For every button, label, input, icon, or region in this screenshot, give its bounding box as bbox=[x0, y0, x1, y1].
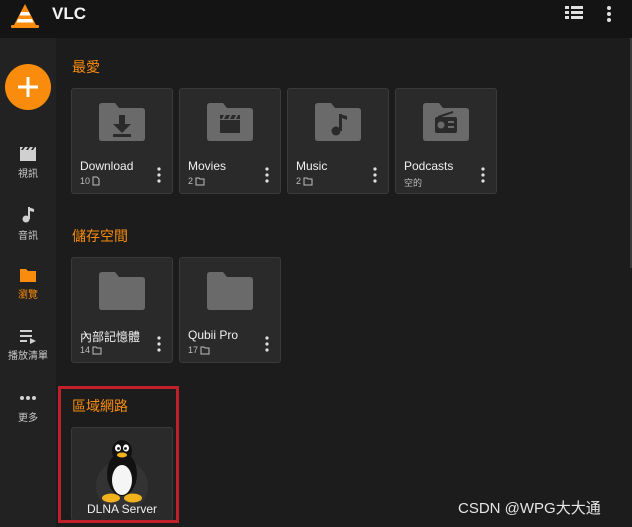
item-count: 14 bbox=[80, 345, 91, 355]
nav-label-audio: 音訊 bbox=[18, 231, 38, 242]
app-title: VLC bbox=[52, 4, 86, 23]
folder-icon bbox=[195, 177, 205, 185]
folder-card-movies[interactable]: Movies 2 bbox=[179, 88, 281, 194]
nav-item-more[interactable]: 更多 bbox=[0, 390, 56, 424]
radio-folder-icon bbox=[423, 103, 469, 141]
card-count: 2 bbox=[188, 176, 205, 186]
folder-icon bbox=[303, 177, 313, 185]
navigation-rail: 視訊 音訊 瀏覽 播放清單 更多 bbox=[0, 38, 56, 527]
card-name: Podcasts bbox=[404, 159, 454, 173]
folder-card-download[interactable]: Download 10 bbox=[71, 88, 173, 194]
more-vert-icon[interactable] bbox=[157, 167, 161, 183]
movie-folder-icon bbox=[207, 103, 253, 141]
music-folder-icon bbox=[315, 103, 361, 141]
top-app-bar: VLC bbox=[0, 0, 632, 38]
music-note-icon bbox=[22, 207, 34, 223]
folder-card-podcasts[interactable]: Podcasts 空的 bbox=[395, 88, 497, 194]
folder-icon bbox=[92, 346, 102, 354]
more-vert-icon[interactable] bbox=[481, 167, 485, 183]
file-icon bbox=[92, 176, 100, 186]
more-vert-icon[interactable] bbox=[157, 336, 161, 352]
nav-label-browse: 瀏覽 bbox=[18, 290, 38, 301]
nav-label-playlists: 播放清單 bbox=[8, 351, 48, 362]
section-title-favorites: 最愛 bbox=[72, 59, 100, 75]
card-name: Movies bbox=[188, 159, 227, 173]
nav-item-video[interactable]: 視訊 bbox=[0, 146, 56, 180]
download-folder-icon bbox=[99, 103, 145, 141]
add-fab-button[interactable] bbox=[5, 64, 51, 110]
watermark-text: CSDN @WPG大大通 bbox=[458, 500, 601, 517]
card-count: 空的 bbox=[404, 176, 422, 189]
folder-icon bbox=[207, 272, 253, 310]
folder-card-qubii-pro[interactable]: Qubii Pro 17 bbox=[179, 257, 281, 363]
folder-icon bbox=[200, 346, 210, 354]
list-view-icon[interactable] bbox=[565, 5, 583, 21]
item-count: 2 bbox=[188, 176, 194, 186]
highlight-box bbox=[58, 386, 179, 523]
vlc-cone-icon bbox=[11, 4, 39, 28]
movie-icon bbox=[20, 147, 36, 161]
folder-card-internal-storage[interactable]: 內部記憶體 14 bbox=[71, 257, 173, 363]
folder-icon bbox=[20, 269, 36, 282]
nav-item-browse[interactable]: 瀏覽 bbox=[0, 267, 56, 301]
nav-item-audio[interactable]: 音訊 bbox=[0, 206, 56, 242]
item-count: 空的 bbox=[404, 178, 423, 188]
folder-card-music[interactable]: Music 2 bbox=[287, 88, 389, 194]
more-vert-icon[interactable] bbox=[265, 336, 269, 352]
nav-item-playlists[interactable]: 播放清單 bbox=[0, 328, 56, 362]
card-count: 10 bbox=[80, 176, 100, 186]
more-vert-icon[interactable] bbox=[606, 5, 612, 23]
playlist-icon bbox=[20, 330, 36, 344]
plus-icon bbox=[18, 77, 38, 97]
more-vert-icon[interactable] bbox=[373, 167, 377, 183]
card-count: 2 bbox=[296, 176, 313, 186]
card-name: Download bbox=[80, 159, 134, 173]
nav-label-video: 視訊 bbox=[18, 169, 38, 180]
card-name: Music bbox=[296, 159, 328, 173]
item-count: 10 bbox=[80, 176, 91, 186]
card-count: 14 bbox=[80, 345, 102, 355]
folder-icon bbox=[99, 272, 145, 310]
card-count: 17 bbox=[188, 345, 210, 355]
card-name: 內部記憶體 bbox=[80, 330, 141, 344]
item-count: 2 bbox=[296, 176, 302, 186]
more-horiz-icon bbox=[20, 396, 36, 400]
nav-label-more: 更多 bbox=[18, 413, 38, 424]
section-title-storage: 儲存空間 bbox=[72, 228, 128, 244]
more-vert-icon[interactable] bbox=[265, 167, 269, 183]
card-name: Qubii Pro bbox=[188, 328, 239, 342]
item-count: 17 bbox=[188, 345, 199, 355]
